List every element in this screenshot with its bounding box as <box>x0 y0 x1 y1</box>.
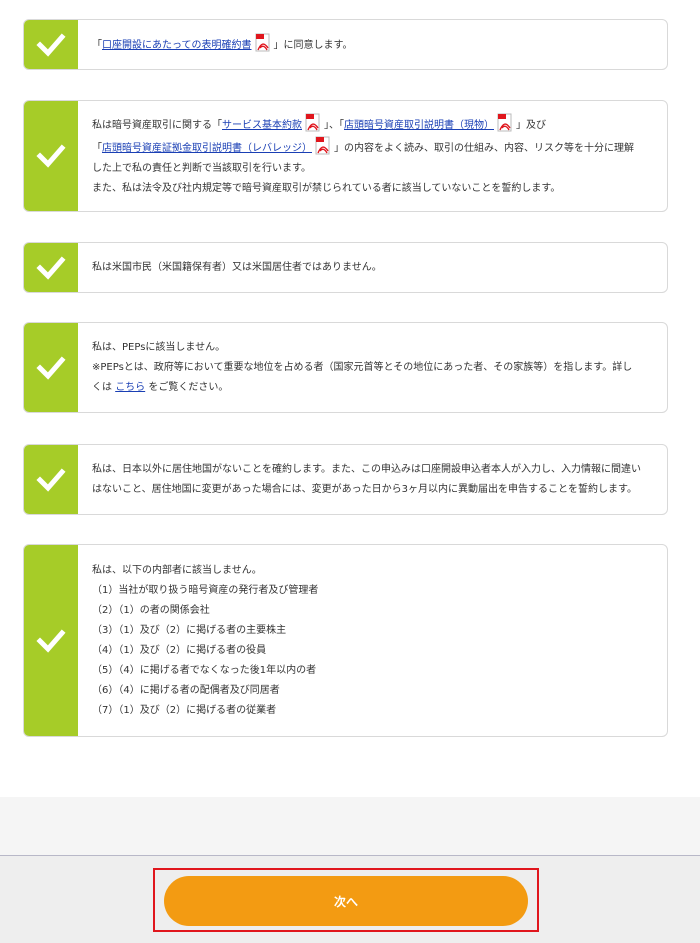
agreement-line: （7）（1）及び（2）に掲げる者の従業者 <box>92 701 653 721</box>
agreement-line: ※PEPsとは、政府等において重要な地位を占める者（国家元首等とその地位にあった… <box>92 358 653 378</box>
text-segment: （6）（4）に掲げる者の配偶者及び同居者 <box>92 684 280 696</box>
checkmark-icon <box>36 467 66 492</box>
agreement-line: （3）（1）及び（2）に掲げる者の主要株主 <box>92 621 653 641</box>
agreement-text: 私は暗号資産取引に関する「サービス基本約款 」、「店頭暗号資産取引説明書（現物） 」… <box>92 101 653 211</box>
spacer-band <box>0 797 700 855</box>
document-link[interactable]: サービス基本約款 <box>222 120 302 131</box>
text-segment: をご覧ください。 <box>145 381 229 393</box>
pdf-icon[interactable] <box>305 113 321 133</box>
text-segment: 私は暗号資産取引に関する「 <box>92 120 222 131</box>
agreement-line: 私は暗号資産取引に関する「サービス基本約款 」、「店頭暗号資産取引説明書（現物） 」… <box>92 113 653 136</box>
agreement-area: 「口座開設にあたっての表明確約書 」に同意します。 私は暗号資産取引に関する「サー… <box>0 0 700 797</box>
text-segment: また、私は法令及び社内規定等で暗号資産取引が禁じられている者に該当していないこと… <box>92 183 561 194</box>
pdf-icon[interactable] <box>497 113 513 133</box>
text-segment: はないこと、居住地国に変更があった場合には、変更があった日から3ヶ月以内に異動届… <box>92 483 637 495</box>
agreement-line: 私は、日本以外に居住地国がないことを確約します。また、この申込みは口座開設申込者… <box>92 460 653 480</box>
text-segment: した上で私の責任と判断で当該取引を行います。 <box>92 163 311 174</box>
agreement-card: 私は米国市民（米国籍保有者）又は米国居住者ではありません。 <box>23 242 668 293</box>
pdf-icon[interactable] <box>315 136 331 156</box>
agreement-line: 私は、PEPsに該当しません。 <box>92 338 653 358</box>
agreement-line: （2）（1）の者の関係会社 <box>92 601 653 621</box>
text-segment: （4）（1）及び（2）に掲げる者の役員 <box>92 644 267 656</box>
agreement-line: 私は、以下の内部者に該当しません。 <box>92 561 653 581</box>
text-segment: （2）（1）の者の関係会社 <box>92 604 210 616</box>
agreement-card: 私は、日本以外に居住地国がないことを確約します。また、この申込みは口座開設申込者… <box>23 444 668 515</box>
agreement-checkbox[interactable] <box>24 445 78 514</box>
agreement-line: はないこと、居住地国に変更があった場合には、変更があった日から3ヶ月以内に異動届… <box>92 480 653 500</box>
checkmark-icon <box>36 255 66 280</box>
agreement-line: また、私は法令及び社内規定等で暗号資産取引が禁じられている者に該当していないこと… <box>92 179 653 199</box>
text-segment: 」、「 <box>324 120 344 131</box>
checkmark-icon <box>36 628 66 653</box>
agreement-text: 「口座開設にあたっての表明確約書 」に同意します。 <box>92 20 653 69</box>
text-segment: 「 <box>92 40 102 51</box>
agreement-card: 私は、以下の内部者に該当しません。 （1）当社が取り扱う暗号資産の発行者及び管理者… <box>23 544 668 737</box>
agreement-line: （4）（1）及び（2）に掲げる者の役員 <box>92 641 653 661</box>
agreement-card: 「口座開設にあたっての表明確約書 」に同意します。 <box>23 19 668 70</box>
agreement-checkbox[interactable] <box>24 101 78 211</box>
checkmark-icon <box>36 355 66 380</box>
agreement-line: （1）当社が取り扱う暗号資産の発行者及び管理者 <box>92 581 653 601</box>
text-segment: ※PEPsとは、政府等において重要な地位を占める者（国家元首等とその地位にあった… <box>92 361 633 373</box>
agreement-line: くは こちら をご覧ください。 <box>92 378 653 398</box>
document-link[interactable]: こちら <box>115 382 145 393</box>
text-segment: （7）（1）及び（2）に掲げる者の従業者 <box>92 704 277 716</box>
text-segment: 」及び <box>516 120 546 131</box>
text-segment: 私は、日本以外に居住地国がないことを確約します。また、この申込みは口座開設申込者… <box>92 463 641 475</box>
agreement-line: 私は米国市民（米国籍保有者）又は米国居住者ではありません。 <box>92 258 653 278</box>
text-segment: 私は、以下の内部者に該当しません。 <box>92 564 262 576</box>
agreement-text: 私は米国市民（米国籍保有者）又は米国居住者ではありません。 <box>92 243 653 292</box>
agreement-text: 私は、日本以外に居住地国がないことを確約します。また、この申込みは口座開設申込者… <box>92 445 653 514</box>
agreement-text: 私は、PEPsに該当しません。 ※PEPsとは、政府等において重要な地位を占める者… <box>92 323 653 412</box>
text-segment: （1）当社が取り扱う暗号資産の発行者及び管理者 <box>92 584 319 596</box>
next-button[interactable]: 次へ <box>164 876 528 926</box>
agreement-line: 「店頭暗号資産証拠金取引説明書（レバレッジ） 」の内容をよく読み、取引の仕組み、内… <box>92 136 653 159</box>
footer-bar: 次へ <box>0 855 700 943</box>
agreement-checkbox[interactable] <box>24 20 78 69</box>
document-link[interactable]: 口座開設にあたっての表明確約書 <box>102 40 252 51</box>
agreement-line: した上で私の責任と判断で当該取引を行います。 <box>92 159 653 179</box>
agreement-checkbox[interactable] <box>24 545 78 736</box>
agreement-checkbox[interactable] <box>24 243 78 292</box>
document-link[interactable]: 店頭暗号資産証拠金取引説明書（レバレッジ） <box>102 143 312 154</box>
text-segment: くは <box>92 381 116 393</box>
checkmark-icon <box>36 144 66 168</box>
text-segment: 」の内容をよく読み、取引の仕組み、内容、リスク等を十分に理解 <box>334 143 634 154</box>
checkmark-icon <box>36 32 66 57</box>
agreement-text: 私は、以下の内部者に該当しません。 （1）当社が取り扱う暗号資産の発行者及び管理者… <box>92 545 653 736</box>
agreement-card: 私は暗号資産取引に関する「サービス基本約款 」、「店頭暗号資産取引説明書（現物） 」… <box>23 100 668 212</box>
text-segment: 私は、PEPsに該当しません。 <box>92 341 226 353</box>
agreement-line: 「口座開設にあたっての表明確約書 」に同意します。 <box>92 33 653 56</box>
text-segment: （3）（1）及び（2）に掲げる者の主要株主 <box>92 624 287 636</box>
agreement-line: （5）（4）に掲げる者でなくなった後1年以内の者 <box>92 661 653 681</box>
agreement-card: 私は、PEPsに該当しません。 ※PEPsとは、政府等において重要な地位を占める者… <box>23 322 668 413</box>
pdf-icon[interactable] <box>255 33 271 53</box>
text-segment: （5）（4）に掲げる者でなくなった後1年以内の者 <box>92 664 317 676</box>
document-link[interactable]: 店頭暗号資産取引説明書（現物） <box>344 120 494 131</box>
agreement-checkbox[interactable] <box>24 323 78 412</box>
text-segment: 私は米国市民（米国籍保有者）又は米国居住者ではありません。 <box>92 261 382 273</box>
agreement-line: （6）（4）に掲げる者の配偶者及び同居者 <box>92 681 653 701</box>
text-segment: 「 <box>92 143 102 154</box>
text-segment: 」に同意します。 <box>273 40 353 51</box>
